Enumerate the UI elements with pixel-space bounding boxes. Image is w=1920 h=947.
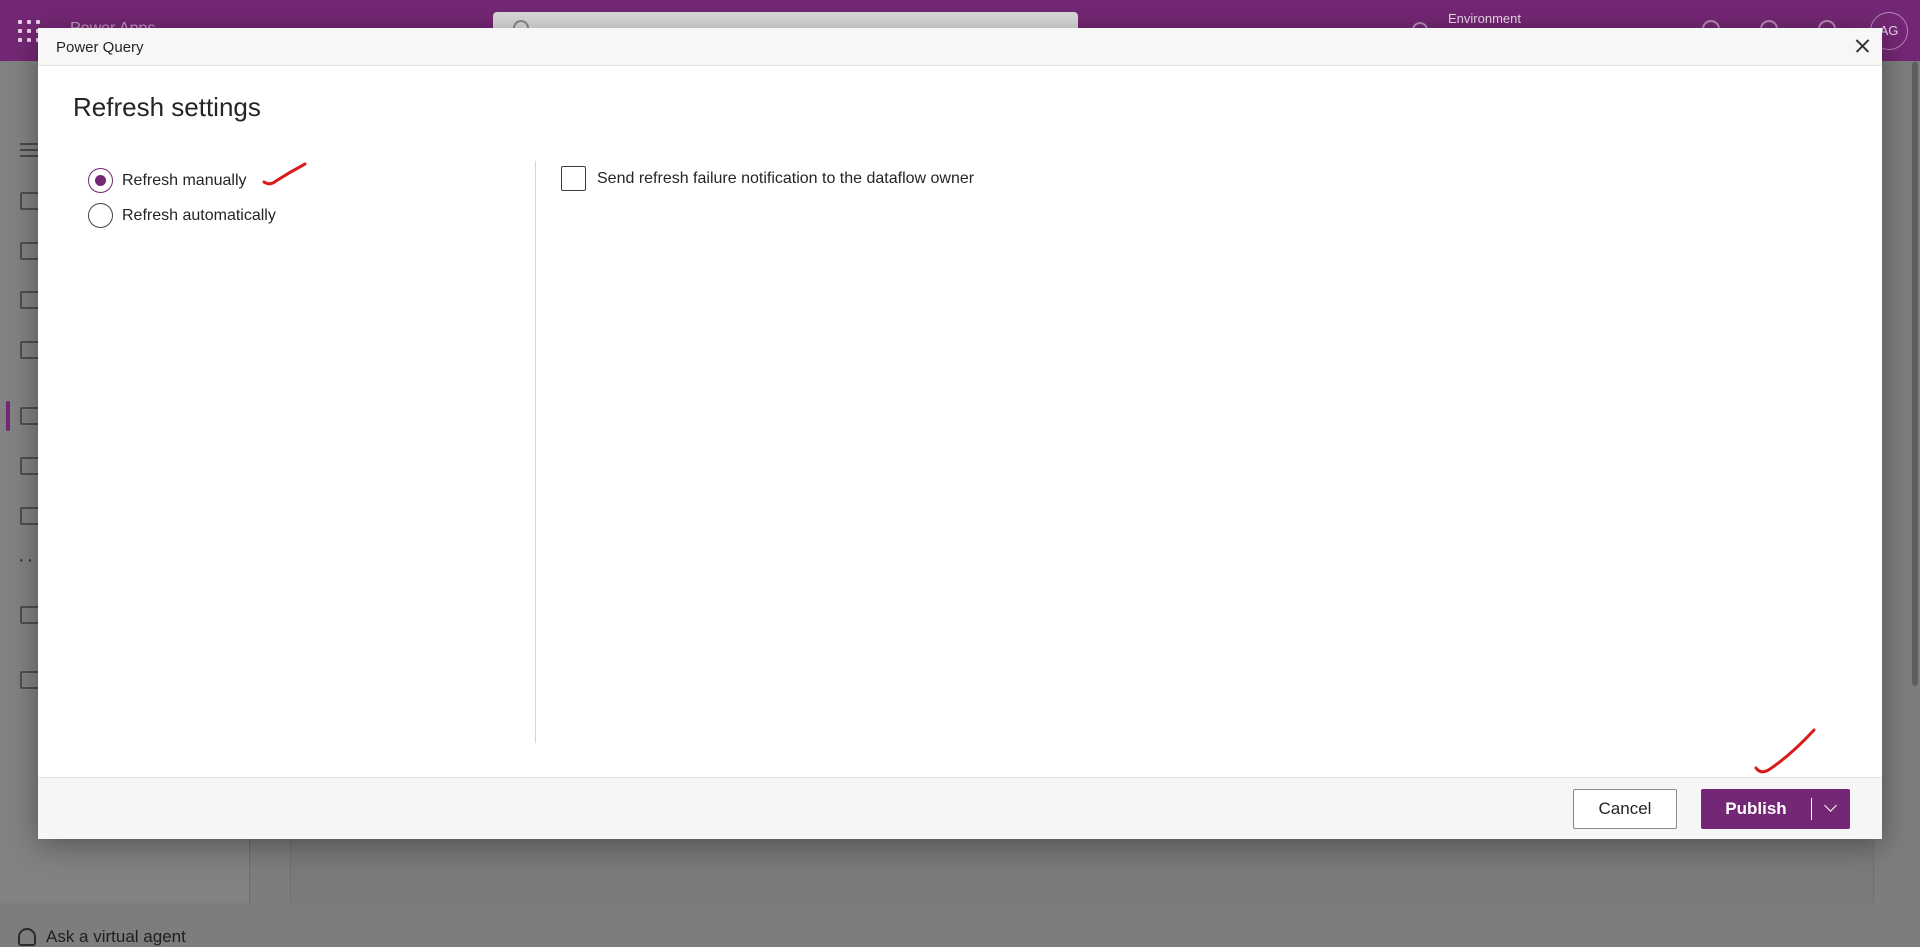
app-launcher-icon[interactable] xyxy=(18,20,40,42)
failure-notification-option[interactable]: Send refresh failure notification to the… xyxy=(561,166,974,191)
tables-icon[interactable] xyxy=(20,407,40,425)
discover-icon[interactable] xyxy=(20,606,40,624)
chevron-down-icon[interactable] xyxy=(1812,789,1850,829)
solutions-icon[interactable] xyxy=(20,507,40,525)
dialog-title: Power Query xyxy=(56,39,144,56)
refresh-options-group: Refresh manually Refresh automatically xyxy=(88,168,538,268)
power-query-dialog: Power Query Refresh settings Refresh man… xyxy=(38,28,1882,839)
flows-icon[interactable] xyxy=(20,457,40,475)
background-content xyxy=(290,840,1874,903)
cancel-button[interactable]: Cancel xyxy=(1573,789,1677,829)
dialog-footer: Cancel Publish xyxy=(38,777,1882,839)
apps-icon[interactable] xyxy=(20,341,40,359)
annotation-checkmark xyxy=(1754,728,1816,774)
refresh-manually-label: Refresh manually xyxy=(122,171,247,189)
create-icon[interactable] xyxy=(20,242,40,260)
refresh-manually-option[interactable]: Refresh manually xyxy=(88,168,247,193)
refresh-automatically-radio[interactable] xyxy=(88,203,113,228)
virtual-agent-link[interactable]: Ask a virtual agent xyxy=(18,927,186,947)
virtual-agent-label: Ask a virtual agent xyxy=(46,927,186,946)
environment-label: Environment xyxy=(1448,11,1521,26)
close-icon[interactable] xyxy=(1848,31,1878,61)
page-title: Refresh settings xyxy=(73,92,261,122)
publish-split-button: Publish xyxy=(1701,789,1850,829)
refresh-manually-radio[interactable] xyxy=(88,168,113,193)
hamburger-menu-icon[interactable] xyxy=(20,143,40,157)
refresh-automatically-option[interactable]: Refresh automatically xyxy=(88,203,276,228)
page-scrollbar[interactable] xyxy=(1912,62,1918,686)
power-platform-icon[interactable] xyxy=(20,671,40,689)
home-icon[interactable] xyxy=(20,192,40,210)
nav-selected-indicator xyxy=(6,401,10,431)
failure-notification-label: Send refresh failure notification to the… xyxy=(597,169,975,187)
dialog-header: Power Query xyxy=(38,28,1882,66)
learn-icon[interactable] xyxy=(20,291,40,309)
failure-notification-checkbox[interactable] xyxy=(561,166,586,191)
pane-divider xyxy=(535,161,536,743)
virtual-agent-icon xyxy=(18,928,36,946)
publish-button[interactable]: Publish xyxy=(1701,789,1811,829)
refresh-automatically-label: Refresh automatically xyxy=(122,206,276,224)
